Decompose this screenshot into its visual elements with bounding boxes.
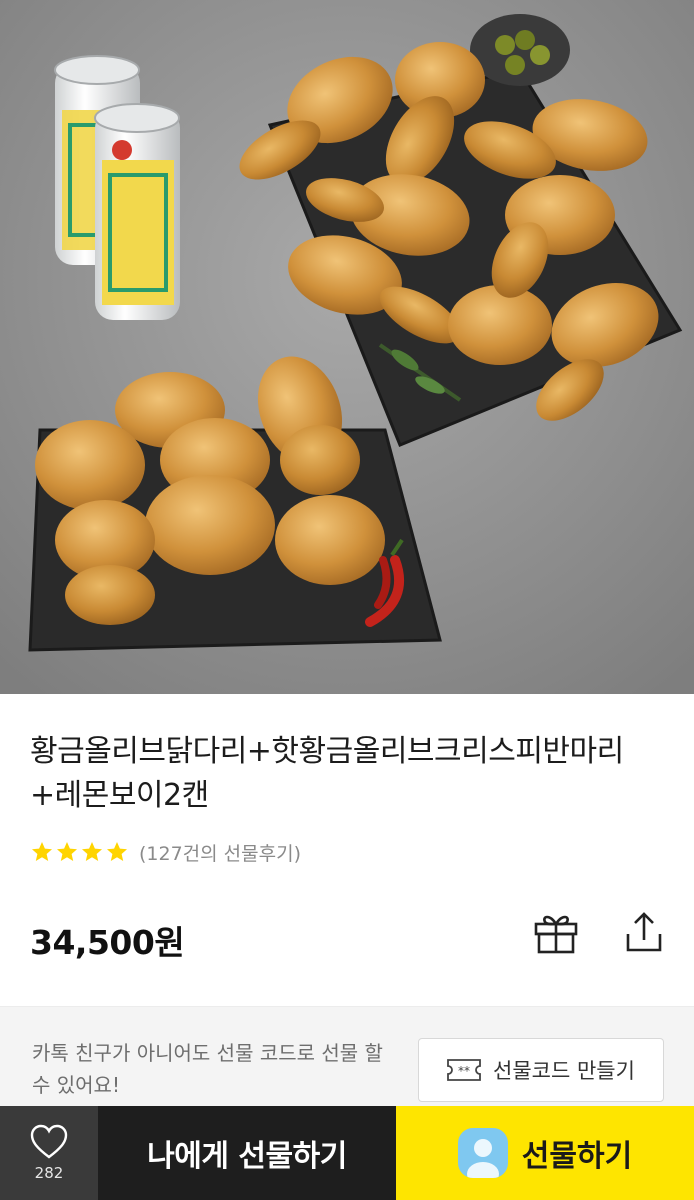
star-icon bbox=[107, 842, 127, 861]
gift-wish-button[interactable] bbox=[530, 906, 582, 958]
heart-outline-icon bbox=[30, 1124, 68, 1159]
svg-text:**: ** bbox=[458, 1064, 470, 1078]
star-icon bbox=[57, 842, 77, 861]
share-upload-icon bbox=[626, 912, 662, 952]
send-gift-label: 선물하기 bbox=[521, 1139, 633, 1174]
star-icon bbox=[82, 842, 102, 861]
create-gift-code-label: 선물코드 만들기 bbox=[493, 1059, 635, 1083]
like-count: 282 bbox=[34, 1164, 64, 1182]
product-price: 34,500원 bbox=[30, 923, 185, 962]
gift-code-description: 카톡 친구가 아니어도 선물 코드로 선물 할 수 있어요! bbox=[32, 1041, 383, 1097]
review-count[interactable]: (127건의 선물후기) bbox=[139, 839, 301, 866]
create-gift-code-button[interactable]: ** 선물코드 만들기 bbox=[418, 1038, 664, 1102]
send-gift-button[interactable]: 선물하기 bbox=[396, 1106, 694, 1200]
product-title: 황금올리브닭다리+핫황금올리브크리스피반마리+레몬보이2캔 bbox=[30, 734, 624, 813]
share-button[interactable] bbox=[618, 906, 670, 958]
gift-code-banner: 카톡 친구가 아니어도 선물 코드로 선물 할 수 있어요! ** 선물코드 만… bbox=[0, 1006, 694, 1106]
star-rating bbox=[30, 840, 129, 864]
product-image bbox=[0, 0, 694, 694]
product-info: 황금올리브닭다리+핫황금올리브크리스피반마리+레몬보이2캔 (127건의 선물후… bbox=[0, 694, 694, 1006]
friend-avatar-icon bbox=[457, 1128, 508, 1178]
ticket-icon: ** bbox=[447, 1059, 481, 1081]
gift-box-icon bbox=[534, 915, 578, 954]
gift-to-self-button[interactable]: 나에게 선물하기 bbox=[98, 1106, 396, 1200]
bottom-action-bar: 282 나에게 선물하기 선물하기 bbox=[0, 1106, 694, 1200]
like-button[interactable]: 282 bbox=[0, 1106, 98, 1200]
rating-row[interactable]: (127건의 선물후기) bbox=[30, 837, 301, 867]
star-icon bbox=[32, 842, 52, 861]
fried-chicken-photo bbox=[0, 0, 694, 694]
